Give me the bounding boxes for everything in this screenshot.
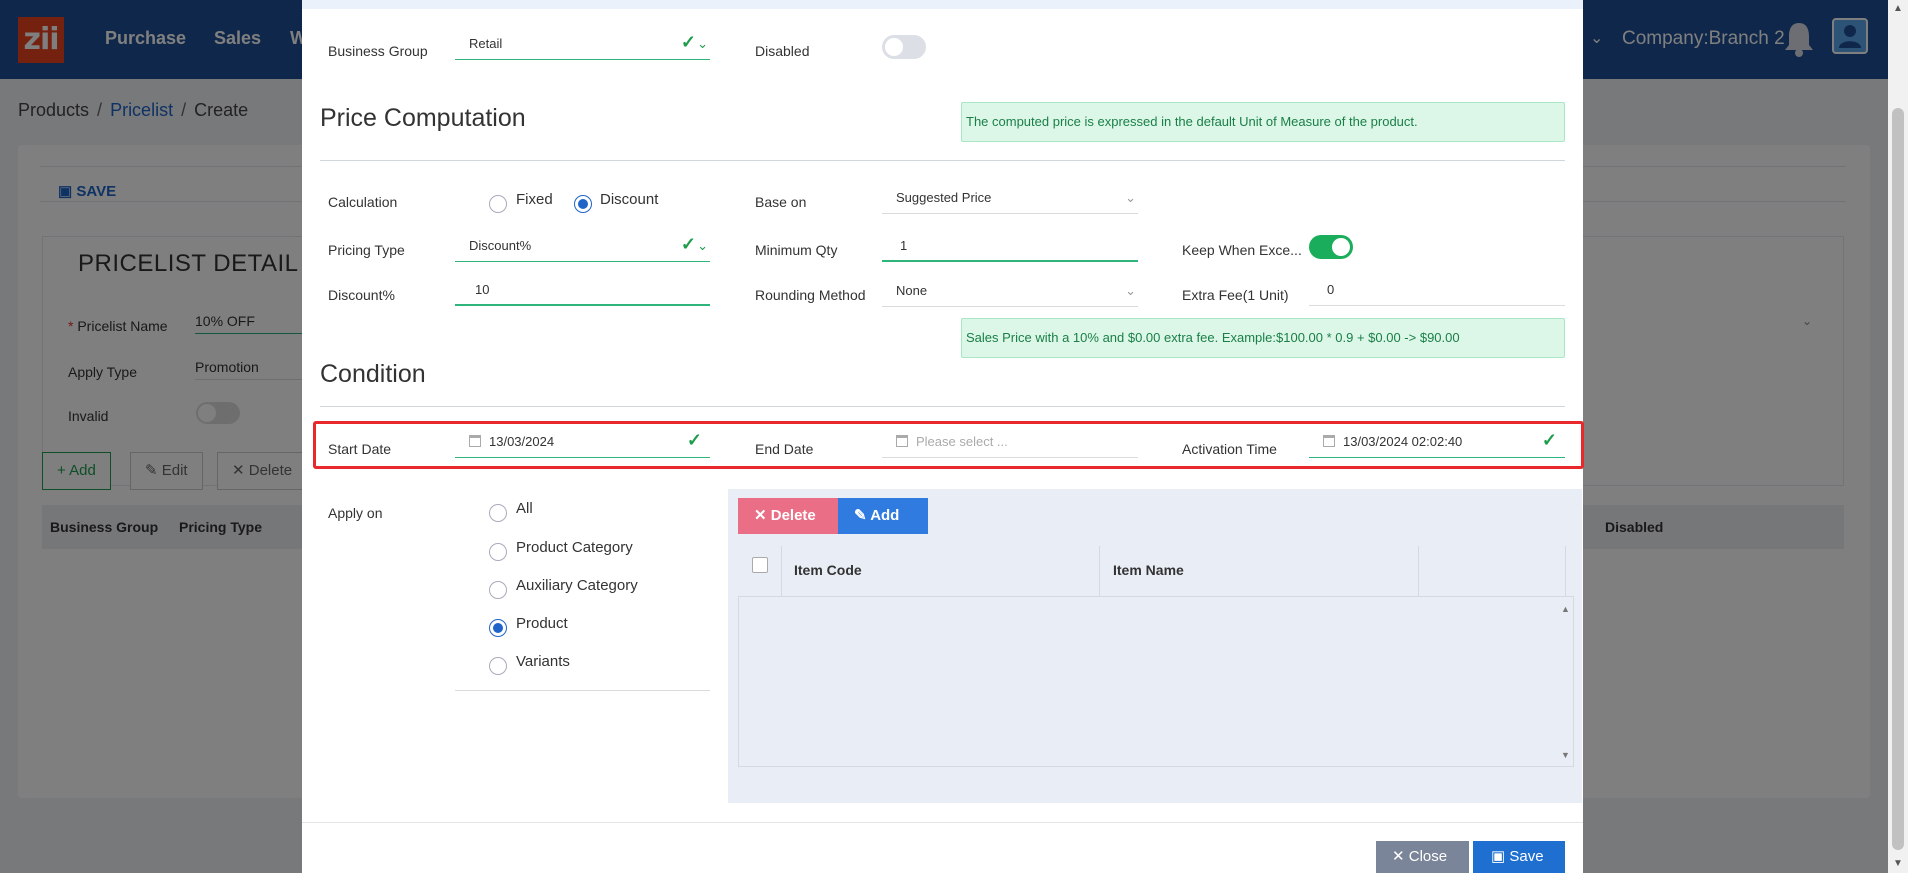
price-computation-title: Price Computation bbox=[320, 104, 526, 132]
close-button[interactable]: ✕ Close bbox=[1376, 841, 1469, 873]
chevron-down-icon: ⌄ bbox=[1125, 190, 1136, 205]
apply-variants-radio[interactable] bbox=[489, 657, 507, 675]
business-group-label: Business Group bbox=[328, 43, 428, 59]
minimum-qty-input[interactable]: 1 bbox=[882, 236, 1138, 262]
keep-when-exceed-toggle[interactable] bbox=[1309, 235, 1353, 259]
disabled-label: Disabled bbox=[755, 43, 810, 59]
close-icon: ✕ bbox=[1392, 848, 1409, 865]
pricing-type-label: Pricing Type bbox=[328, 242, 405, 258]
rounding-method-select[interactable]: None ⌄ bbox=[882, 281, 1138, 307]
extra-fee-input[interactable]: 0 bbox=[1309, 280, 1565, 306]
apply-all-label[interactable]: All bbox=[516, 500, 533, 517]
apply-on-label: Apply on bbox=[328, 505, 383, 521]
apply-auxiliary-category-label[interactable]: Auxiliary Category bbox=[516, 577, 638, 594]
apply-auxiliary-category-radio[interactable] bbox=[489, 581, 507, 599]
apply-product-category-label[interactable]: Product Category bbox=[516, 539, 633, 556]
sales-price-info-banner: Sales Price with a 10% and $0.00 extra f… bbox=[961, 318, 1565, 358]
check-icon: ✓ bbox=[680, 234, 696, 254]
scrollbar-thumb[interactable] bbox=[1892, 108, 1904, 850]
grid-scroll-up-icon[interactable]: ▲ bbox=[1561, 604, 1570, 614]
check-icon: ✓ bbox=[680, 32, 696, 52]
column-item-name[interactable]: Item Name bbox=[1113, 562, 1184, 578]
apply-product-radio[interactable] bbox=[489, 619, 507, 637]
grid-divider bbox=[1418, 546, 1419, 596]
column-item-code[interactable]: Item Code bbox=[794, 562, 862, 578]
close-icon: ✕ bbox=[754, 507, 771, 524]
keep-when-exceed-label: Keep When Exce... bbox=[1182, 242, 1302, 258]
pricing-type-select[interactable]: Discount% ✓ ⌄ bbox=[455, 234, 710, 262]
chevron-down-icon: ⌄ bbox=[697, 36, 708, 51]
business-group-select[interactable]: Retail ✓ ⌄ bbox=[455, 32, 710, 60]
save-icon: ▣ bbox=[1491, 848, 1510, 865]
divider bbox=[455, 690, 710, 691]
extra-fee-label: Extra Fee(1 Unit) bbox=[1182, 287, 1289, 303]
divider bbox=[320, 406, 1565, 407]
base-on-label: Base on bbox=[755, 194, 807, 210]
divider bbox=[320, 160, 1565, 161]
grid-divider bbox=[781, 546, 782, 596]
apply-all-radio[interactable] bbox=[489, 504, 507, 522]
edit-icon: ✎ bbox=[854, 507, 871, 524]
condition-title: Condition bbox=[320, 360, 426, 388]
add-item-button[interactable]: ✎ Add bbox=[838, 498, 928, 534]
chevron-down-icon: ⌄ bbox=[697, 238, 708, 253]
calculation-label: Calculation bbox=[328, 194, 398, 210]
calc-fixed-label[interactable]: Fixed bbox=[516, 191, 553, 208]
price-info-banner: The computed price is expressed in the d… bbox=[961, 102, 1565, 142]
scroll-up-icon[interactable]: ▲ bbox=[1893, 3, 1903, 14]
delete-item-button[interactable]: ✕ Delete bbox=[738, 498, 838, 534]
condition-highlight-box bbox=[313, 421, 1584, 469]
rounding-method-label: Rounding Method bbox=[755, 287, 866, 303]
modal-header-strip bbox=[302, 0, 1583, 9]
save-button[interactable]: ▣ Save bbox=[1473, 841, 1565, 873]
discount-percent-label: Discount% bbox=[328, 287, 395, 303]
select-all-checkbox[interactable] bbox=[752, 557, 768, 573]
grid-divider bbox=[1099, 546, 1100, 596]
calc-discount-label[interactable]: Discount bbox=[600, 191, 658, 208]
calc-discount-radio[interactable] bbox=[574, 195, 592, 213]
apply-product-category-radio[interactable] bbox=[489, 543, 507, 561]
calc-fixed-radio[interactable] bbox=[489, 195, 507, 213]
apply-product-label[interactable]: Product bbox=[516, 615, 568, 632]
minimum-qty-label: Minimum Qty bbox=[755, 242, 838, 258]
base-on-select[interactable]: Suggested Price ⌄ bbox=[882, 188, 1138, 214]
chevron-down-icon: ⌄ bbox=[1125, 283, 1136, 298]
disabled-toggle[interactable] bbox=[882, 35, 926, 59]
grid-divider bbox=[1565, 546, 1566, 596]
apply-variants-label[interactable]: Variants bbox=[516, 653, 570, 670]
scroll-down-icon[interactable]: ▼ bbox=[1893, 858, 1903, 869]
grid-scroll-down-icon[interactable]: ▼ bbox=[1561, 750, 1570, 760]
discount-percent-input[interactable]: 10 bbox=[455, 280, 710, 306]
